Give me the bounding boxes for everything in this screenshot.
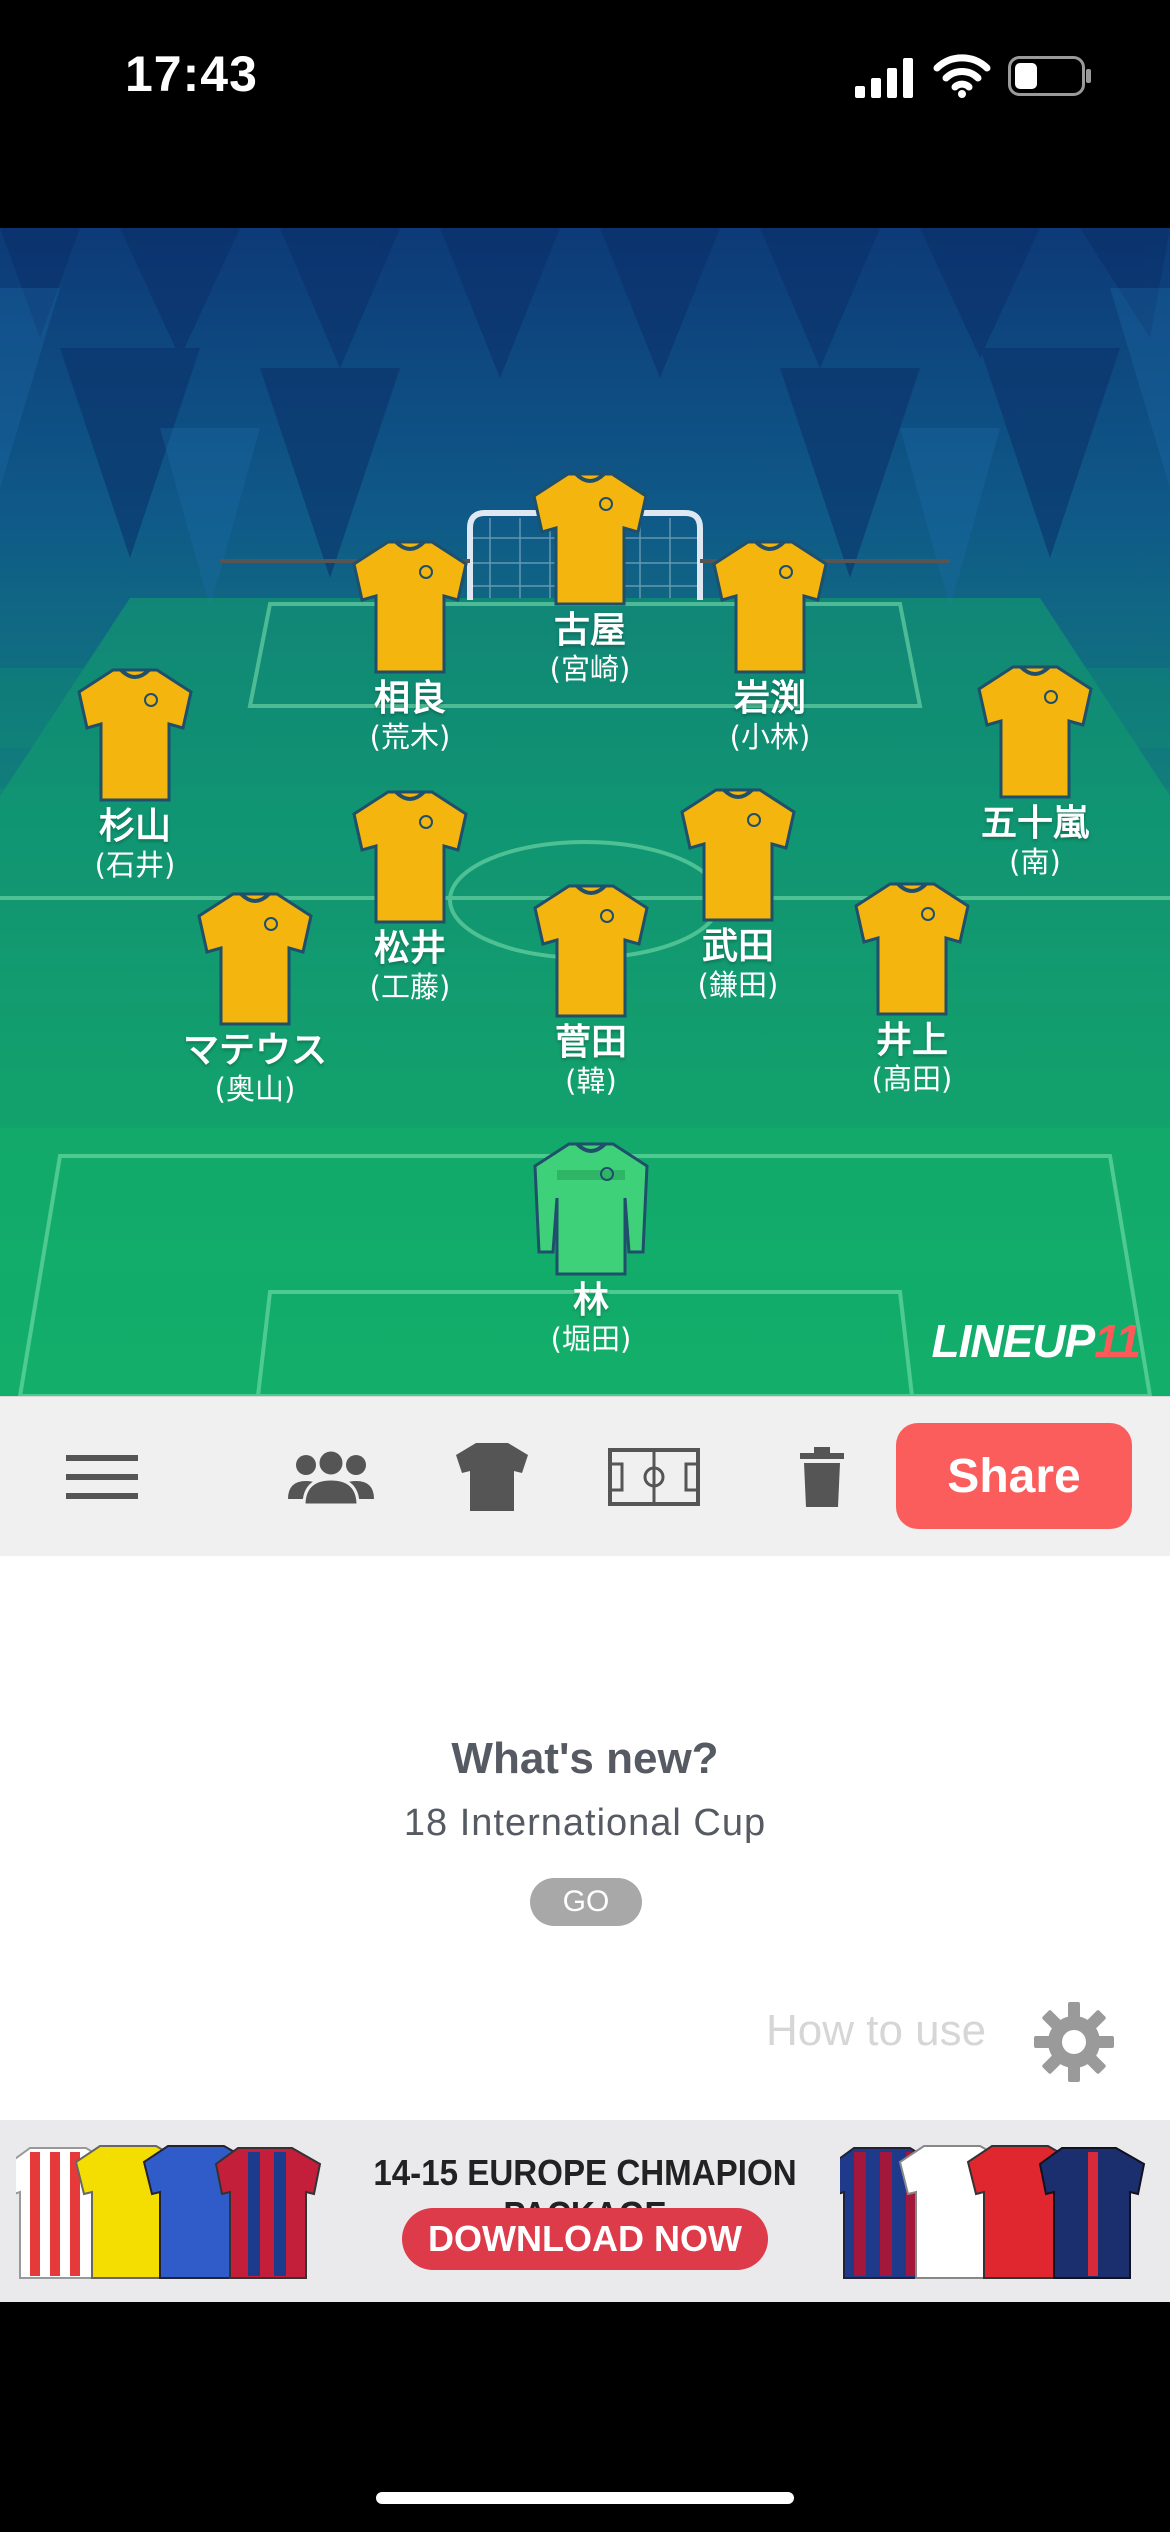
player-sub: (奥山) [214, 1072, 296, 1106]
player-name: 相良 [373, 678, 446, 719]
player-sub: (堀田) [550, 1322, 632, 1356]
share-button[interactable]: Share [896, 1423, 1132, 1529]
team-icon [288, 1448, 374, 1507]
player-card[interactable]: 五十嵐 (南) [925, 663, 1145, 879]
shirt-icon [977, 665, 1093, 799]
brand-accent: 11 [1094, 1315, 1141, 1367]
player-name: マテウス [182, 1030, 327, 1071]
news-title: What's new? [451, 1734, 719, 1783]
player-card[interactable]: 井上 (髙田) [802, 880, 1022, 1096]
how-to-use-link[interactable]: How to use [766, 2006, 986, 2056]
player-card[interactable]: 杉山 (石井) [25, 666, 245, 882]
trash-icon [800, 1447, 844, 1507]
menu-button[interactable] [66, 1437, 140, 1517]
player-sub: (小林) [729, 720, 811, 754]
player-name: 五十嵐 [980, 803, 1089, 844]
kits-right-image [840, 2145, 1146, 2279]
player-sub: (石井) [94, 848, 176, 882]
menu-icon [66, 1455, 138, 1499]
team-button[interactable] [284, 1437, 378, 1517]
home-indicator[interactable] [376, 2492, 794, 2504]
shirt-icon [352, 540, 468, 674]
shirt-icon [352, 790, 468, 924]
player-name: 杉山 [98, 806, 171, 847]
player-sub: (韓) [565, 1064, 617, 1098]
goalkeeper-shirt-icon [533, 1142, 649, 1276]
player-name: 菅田 [554, 1022, 627, 1063]
go-button[interactable]: GO [530, 1878, 642, 1926]
gear-icon[interactable] [1034, 2002, 1114, 2082]
lineup-pitch: 古屋 (宮崎) 相良 (荒木) 岩渕 (小林) 杉山 (石井) 五十嵐 (南) … [0, 228, 1170, 1396]
status-time: 17:43 [125, 46, 258, 102]
player-card[interactable]: 相良 (荒木) [300, 538, 520, 754]
signal-icon [855, 58, 913, 98]
download-now-button[interactable]: DOWNLOAD NOW [402, 2208, 768, 2270]
player-sub: (髙田) [871, 1062, 953, 1096]
player-card[interactable]: 菅田 (韓) [481, 882, 701, 1098]
shirt-icon [533, 884, 649, 1018]
shirt-icon [197, 892, 313, 1026]
status-bar: 17:43 [0, 0, 1170, 160]
shirt-icon [532, 472, 648, 606]
player-name: 岩渕 [733, 678, 806, 719]
player-card[interactable]: マテウス (奥山) [145, 890, 365, 1106]
kits-left-image [16, 2145, 322, 2279]
pitch-icon [608, 1448, 700, 1506]
goalkeeper-card[interactable]: 林 (堀田) [481, 1140, 701, 1356]
lineup11-logo: LINEUP11 [931, 1314, 1141, 1368]
news-subtitle: 18 International Cup [403, 1802, 767, 1844]
player-name: 井上 [875, 1020, 948, 1061]
player-card[interactable]: 岩渕 (小林) [660, 538, 880, 754]
ad-banner[interactable]: 14-15 EUROPE CHMAPION PACKAGE DOWNLOAD N… [0, 2120, 1170, 2302]
kit-button[interactable] [454, 1437, 530, 1517]
formation-button[interactable] [608, 1437, 700, 1517]
brand-main: LINEUP [931, 1315, 1096, 1367]
player-sub: (南) [1009, 845, 1061, 879]
shirt-icon [456, 1443, 528, 1511]
delete-button[interactable] [798, 1437, 846, 1517]
battery-icon [1008, 56, 1091, 96]
toolbar: Share [0, 1396, 1170, 1556]
shirt-icon [712, 540, 828, 674]
player-sub: (荒木) [369, 720, 451, 754]
wifi-icon [933, 54, 991, 98]
shirt-icon [77, 668, 193, 802]
content-area: What's new? 18 International Cup GO How … [0, 1556, 1170, 2120]
shirt-icon [854, 882, 970, 1016]
player-name: 林 [572, 1280, 609, 1321]
